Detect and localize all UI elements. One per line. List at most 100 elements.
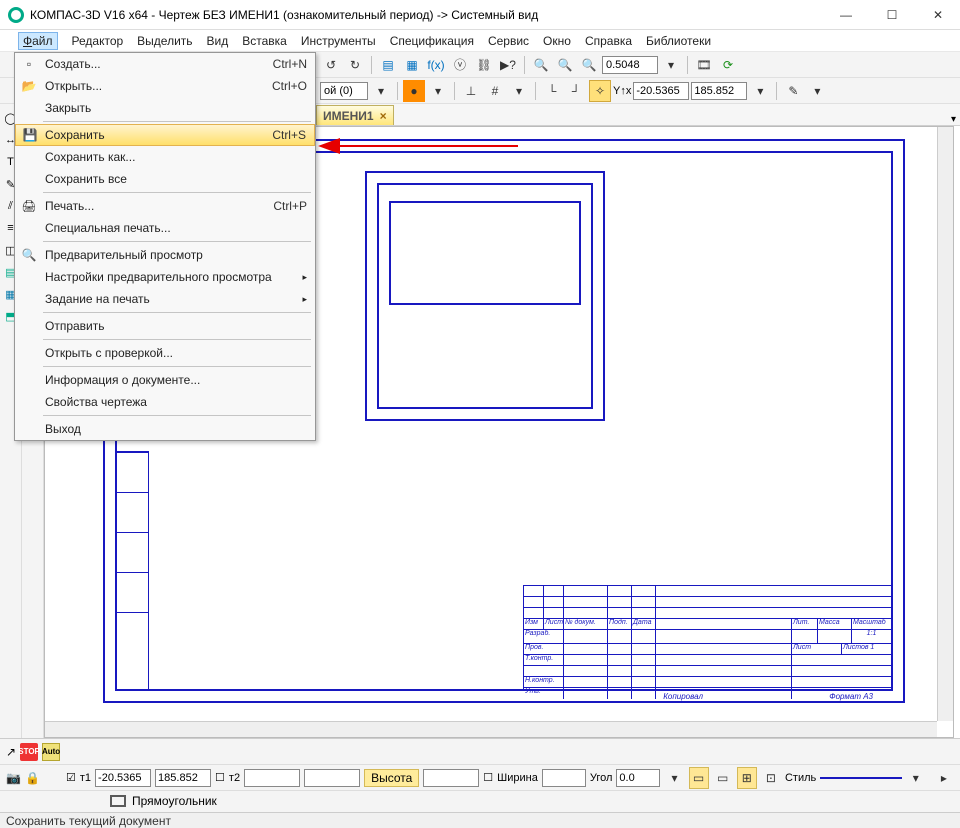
axis-toggle-2-icon[interactable]: ▭ [713,767,733,789]
undo-icon[interactable]: ↺ [320,54,342,76]
menu-window[interactable]: Окно [543,34,571,48]
tab-list-dropdown-icon[interactable]: ▾ [951,114,956,125]
menu-item-save-as[interactable]: Сохранить как... [15,146,315,168]
axis-toggle-3-icon[interactable]: ⊞ [737,767,757,789]
menu-item-create[interactable]: ▫ Создать...Ctrl+N [15,53,315,75]
scroll-right-icon[interactable]: ▸ [934,767,954,789]
layer-dropdown-icon[interactable]: ▾ [370,80,392,102]
status-bar: Сохранить текущий документ [0,812,960,828]
t1-y-input[interactable] [155,769,211,787]
window-title: КОМПАС-3D V16 x64 - Чертеж БЕЗ ИМЕНИ1 (о… [30,8,832,22]
coord-x[interactable] [633,82,689,100]
coord-dropdown-icon[interactable]: ▾ [749,80,771,102]
t2-x-input[interactable] [244,769,300,787]
axis-toggle-4-icon[interactable]: ⊡ [761,767,781,789]
menu-item-send[interactable]: Отправить [15,315,315,337]
height-input[interactable] [423,769,479,787]
annotation-arrow [318,136,518,156]
zoom-out-icon[interactable]: 🔍 [578,54,600,76]
camera-icon[interactable]: 📷 [6,771,21,785]
dim-icon[interactable]: ⊥ [460,80,482,102]
grid-dropdown-icon[interactable]: ▾ [508,80,530,102]
menu-item-preview[interactable]: 🔍 Предварительный просмотр [15,244,315,266]
menu-view[interactable]: Вид [207,34,229,48]
snap-icon[interactable]: ✧ [589,80,611,102]
tab-close-icon[interactable]: × [380,109,387,123]
menu-tools[interactable]: Инструменты [301,34,376,48]
style-swatch[interactable]: ● [403,80,425,102]
chain-icon[interactable]: ⛓ [473,54,495,76]
sheet-icon[interactable]: ▦ [401,54,423,76]
scrollbar-horizontal[interactable] [45,721,937,737]
bottom-panel: ↗ STOP Auto 📷 🔒 ☑ т1 ☐ т2 Высота ☐ Ширин… [0,738,960,812]
zoom-in-icon[interactable]: 🔍 [554,54,576,76]
minimize-button[interactable]: — [832,8,860,22]
redo-icon[interactable]: ↻ [344,54,366,76]
stop-icon[interactable]: STOP [20,743,38,761]
maximize-button[interactable]: ☐ [878,8,906,22]
menu-item-print[interactable]: 🖨 Печать...Ctrl+P [15,195,315,217]
list-icon[interactable]: ▤ [377,54,399,76]
fx-icon[interactable]: f(x) [425,54,447,76]
zoom-input[interactable] [602,56,658,74]
menu-spec[interactable]: Спецификация [390,34,474,48]
arrow-icon[interactable]: ↗ [6,745,16,759]
zoom-dropdown-icon[interactable]: ▾ [660,54,682,76]
menu-item-save[interactable]: 💾 СохранитьCtrl+S [15,124,315,146]
t1-x-input[interactable] [95,769,151,787]
document-tab[interactable]: ИМЕНИ1 × [316,105,394,125]
menu-item-preview-settings[interactable]: Настройки предварительного просмотра▸ [15,266,315,288]
menu-item-save-all[interactable]: Сохранить все [15,168,315,190]
height-label[interactable]: Высота [364,769,419,787]
menu-insert[interactable]: Вставка [242,34,287,48]
t2-y-input[interactable] [304,769,360,787]
scrollbar-vertical[interactable] [937,127,953,721]
refresh-icon[interactable]: ⟳ [717,54,739,76]
app-logo [8,7,24,23]
new-doc-icon: ▫ [21,56,37,72]
menu-item-special-print[interactable]: Специальная печать... [15,217,315,239]
grid-icon[interactable]: # [484,80,506,102]
menu-file[interactable]: Файл [18,32,58,50]
t1-label: т1 [80,772,91,784]
auto-icon[interactable]: Auto [42,743,60,761]
menu-item-close[interactable]: Закрыть [15,97,315,119]
menubar: Файл Редактор Выделить Вид Вставка Инстр… [0,30,960,52]
angle-dropdown-icon[interactable]: ▾ [664,767,684,789]
menu-service[interactable]: Сервис [488,34,529,48]
style-dropdown-icon[interactable]: ▾ [427,80,449,102]
menu-item-exit[interactable]: Выход [15,418,315,440]
lock-icon[interactable]: 🔒 [25,771,40,785]
t2-checkbox[interactable]: ☐ [215,771,225,784]
help-icon[interactable]: ▶? [497,54,519,76]
width-input[interactable] [542,769,586,787]
width-checkbox[interactable]: ☐ [483,771,493,784]
coord-y[interactable] [691,82,747,100]
status-text: Сохранить текущий документ [6,814,171,828]
menu-help[interactable]: Справка [585,34,632,48]
measure-icon[interactable]: ✎ [782,80,804,102]
shape-tab-label[interactable]: Прямоугольник [132,794,217,808]
var-icon[interactable]: ⓥ [449,54,471,76]
style-dropdown2-icon[interactable]: ▾ [906,767,926,789]
title-block: Изм Лист № докум. Подп. Дата Лит. Масса … [523,585,893,691]
close-button[interactable]: ✕ [924,8,952,22]
menu-item-doc-info[interactable]: Информация о документе... [15,369,315,391]
axis-toggle-1-icon[interactable]: ▭ [689,767,709,789]
zoom-fit-icon[interactable]: 🔍 [530,54,552,76]
film-icon[interactable]: 🎞 [693,54,715,76]
measure-dropdown-icon[interactable]: ▾ [806,80,828,102]
menu-editor[interactable]: Редактор [72,34,124,48]
menu-libs[interactable]: Библиотеки [646,34,711,48]
layer-combo[interactable] [320,82,368,100]
line-style-preview[interactable] [820,777,902,779]
ortho-icon[interactable]: ┘ [565,80,587,102]
menu-select[interactable]: Выделить [137,34,192,48]
angle-input[interactable] [616,769,660,787]
menu-item-open-check[interactable]: Открыть с проверкой... [15,342,315,364]
menu-item-print-job[interactable]: Задание на печать▸ [15,288,315,310]
axis-icon[interactable]: └ [541,80,563,102]
menu-item-open[interactable]: 📂 Открыть...Ctrl+O [15,75,315,97]
t1-checkbox[interactable]: ☑ [66,771,76,784]
menu-item-drawing-props[interactable]: Свойства чертежа [15,391,315,413]
